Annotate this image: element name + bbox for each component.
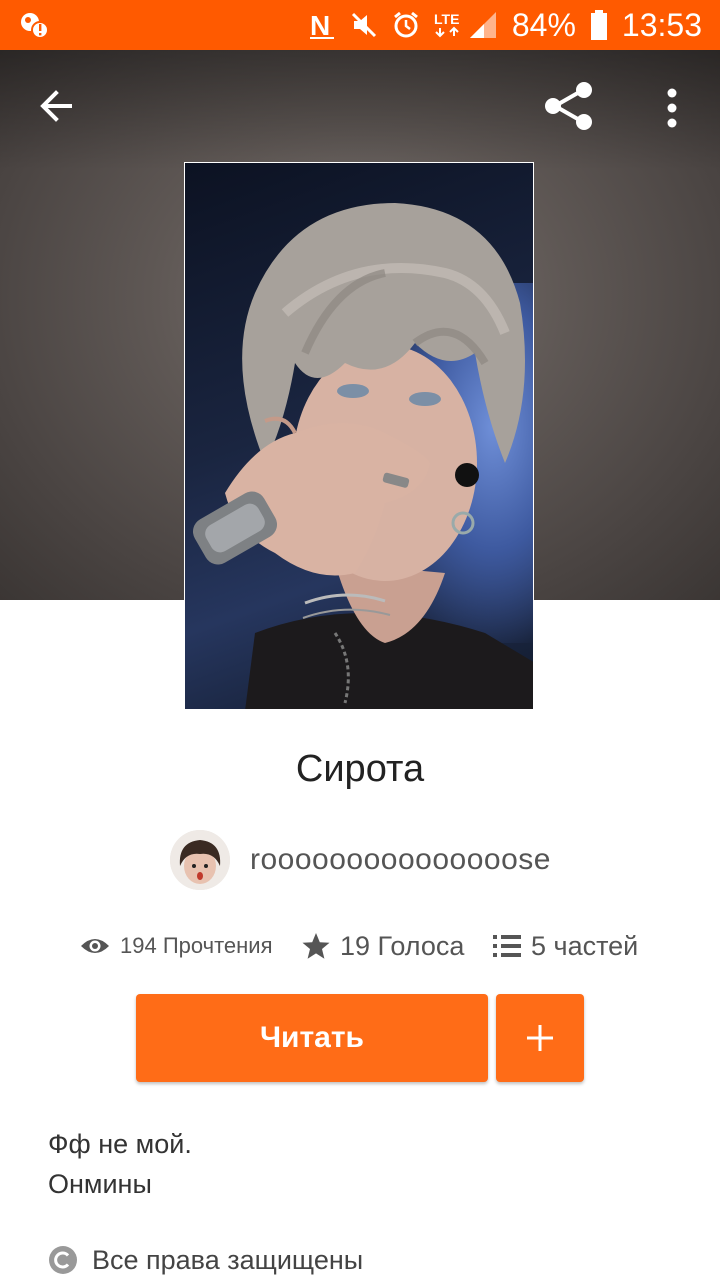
arrow-left-icon [40, 90, 72, 122]
share-button[interactable] [538, 76, 598, 136]
description-line: Онмины [48, 1169, 152, 1199]
notification-icon [18, 10, 52, 40]
add-to-library-button[interactable] [496, 994, 584, 1082]
alarm-icon [392, 0, 420, 50]
author-name[interactable]: rooooooooooooooose [250, 843, 551, 877]
plus-icon [527, 1025, 553, 1051]
back-button[interactable] [28, 78, 84, 134]
lte-signal-icon: LTE [434, 0, 498, 50]
story-description: Фф не мой. Онмины [48, 1124, 668, 1204]
battery-percent: 84% [511, 6, 576, 43]
story-stats: 194 Прочтения 19 Голоса 5 частей [80, 924, 660, 968]
parts-stat: 5 частей [493, 931, 638, 962]
votes-stat: 19 Голоса [302, 931, 464, 962]
cover-artwork [192, 203, 533, 709]
network-label: LTE [434, 11, 459, 27]
reads-stat: 194 Прочтения [80, 933, 273, 959]
story-cover[interactable] [184, 162, 534, 710]
votes-count: 19 Голоса [340, 930, 465, 961]
star-icon [302, 933, 330, 959]
author-avatar[interactable] [170, 830, 230, 890]
more-options-button[interactable] [652, 80, 692, 136]
story-title: Сирота [295, 748, 425, 790]
svg-text:N: N [310, 10, 330, 40]
more-vertical-icon [667, 88, 677, 128]
share-icon [545, 82, 592, 130]
list-icon [493, 935, 521, 957]
clock: 13:53 [621, 6, 702, 43]
eye-icon [81, 939, 109, 953]
read-button[interactable]: Читать [136, 994, 488, 1082]
copyright-text: Все права защищены [92, 1244, 364, 1275]
battery-icon [590, 0, 608, 50]
reads-count: 194 Прочтения [120, 933, 273, 958]
description-line: Фф не мой. [48, 1129, 192, 1159]
mute-icon [350, 0, 378, 50]
status-bar: N LTE 84% 13:53 [0, 0, 720, 50]
copyright-info: Все права защищены [48, 1240, 363, 1280]
parts-count: 5 частей [531, 930, 639, 961]
nfc-icon: N [308, 0, 336, 50]
copyright-icon [49, 1246, 77, 1274]
author-link[interactable]: rooooooooooooooose [170, 828, 551, 892]
